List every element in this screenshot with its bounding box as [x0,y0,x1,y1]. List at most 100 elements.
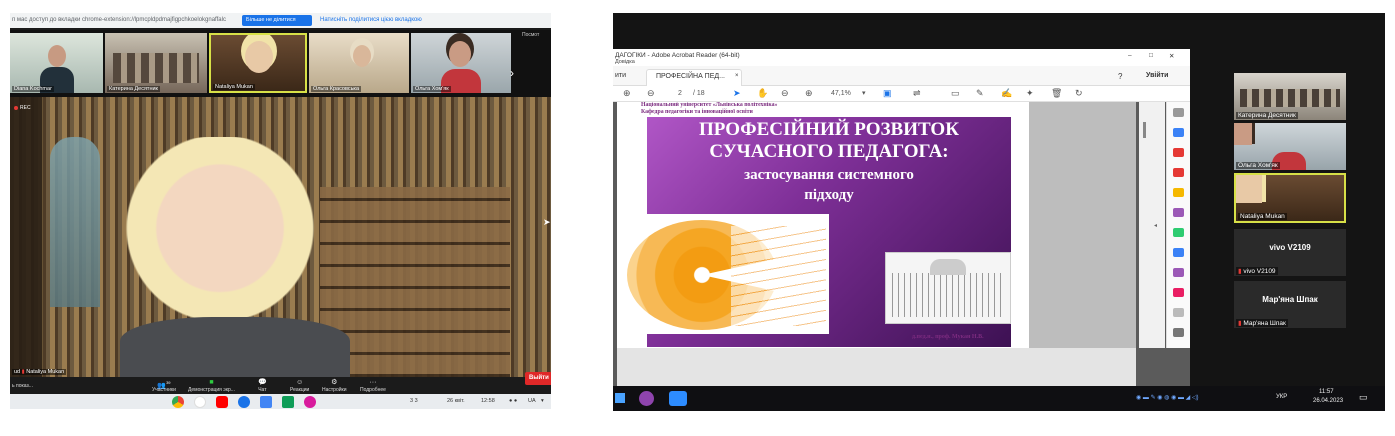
trash-icon[interactable]: 🗑 [1051,88,1062,99]
document-tab-label: ПРОФЕСІЙНА ПЕД... [656,73,725,80]
slide-author: д.пед.н., проф. Мукан Н.В. [912,334,984,340]
page-number-input[interactable]: 2 [678,88,682,99]
document-tab[interactable]: ПРОФЕСІЙНА ПЕД... × [646,69,742,86]
youtube-icon[interactable] [216,396,228,408]
participant-tile[interactable]: Катерина Десятник [105,33,207,93]
panel-expand-icon[interactable] [1173,328,1184,337]
app-icon[interactable] [304,396,316,408]
next-page-icon[interactable]: ⊖ [647,88,655,99]
hand-tool-icon[interactable]: ✋ [757,88,768,99]
share-this-tab-link[interactable]: Натисніть поділитися цією вкладкою [320,17,422,23]
screen-share-button[interactable]: ■ Демонстрация экр... [188,379,235,393]
keyboard-layout-badge[interactable]: 3 3 [410,398,418,404]
edit-pdf-icon[interactable] [1173,168,1184,177]
participant-tile-active[interactable]: Nataliya Mukan [209,33,307,93]
maximize-icon[interactable]: □ [1149,52,1153,59]
participant-tile[interactable]: Diana Kochmar [10,33,103,93]
more-button[interactable]: ··· Подробнее [360,379,386,393]
zoom-out-icon[interactable]: ⊖ [781,88,789,99]
shelf-date[interactable]: 26 квіт. [447,398,465,404]
chromeos-shelf: 3 3 26 квіт. 12:58 ● ● UA ▾ [10,394,551,409]
participant-tile[interactable]: Ольга Хом'як [411,33,511,93]
view-label[interactable]: Посмот [522,32,539,38]
participant-name: ▮ vivo V2109 [1236,267,1278,275]
clock-date[interactable]: 26.04.2023 [1313,398,1343,404]
next-page-chevron-icon[interactable]: › [510,66,514,80]
shelf-time[interactable]: 12:58 [481,398,495,404]
minimize-icon[interactable]: – [1128,52,1132,59]
sheets-icon[interactable] [282,396,294,408]
participant-display-name: Мар'яна Шпак [1262,295,1318,304]
export-pdf-icon[interactable] [1173,128,1184,137]
collapse-panel-icon[interactable]: ◂ [1154,222,1157,229]
chrome-icon[interactable] [172,396,184,408]
scroll-thumb[interactable] [1143,122,1146,138]
draw-icon[interactable]: ✍ [1001,88,1012,99]
highlight-pen-icon[interactable]: ✎ [976,88,984,99]
scroll-mode-icon[interactable]: ⇌ [913,88,921,99]
search-icon[interactable] [1173,108,1184,117]
combine-files-icon[interactable] [1173,208,1184,217]
participant-tile[interactable]: Ольга Хом'як [1234,123,1346,170]
protect-icon[interactable] [1173,288,1184,297]
tab-close-icon[interactable]: × [735,73,739,79]
tray-icons[interactable]: ◉ ▬ ✎ ◉ ◍ ◉ ▬ ◢ ◁) [1136,394,1199,401]
document-area: Національний університет «Львівська полі… [613,102,1190,401]
fit-page-icon[interactable]: ▣ [883,88,892,99]
help-menu[interactable]: Довідка [615,59,635,65]
more-tools-icon[interactable] [1173,308,1184,317]
docs-icon[interactable] [260,396,272,408]
browser-icon[interactable] [639,391,654,406]
participant-face [353,45,371,67]
stop-sharing-button[interactable]: Більше не ділитися [242,15,312,26]
acrobat-tabbar: ити ПРОФЕСІЙНА ПЕД... × ? Увійти [613,66,1190,86]
zoom-level-select[interactable]: 47,1% [831,88,851,99]
fill-sign-icon[interactable] [1173,268,1184,277]
select-cursor-icon[interactable]: ➤ [733,88,741,99]
vertical-scrollbar[interactable]: ◂ [1139,102,1165,348]
participant-name: Diana Kochmar [12,86,54,92]
gear-icon: ⚙ [331,379,338,386]
home-tab[interactable]: ити [615,72,626,79]
chat-button[interactable]: 💬 Чат [258,379,267,393]
participant-name-tile[interactable]: vivo V2109 ▮ vivo V2109 [1234,229,1346,276]
leave-button[interactable]: Выйти [525,372,551,385]
gmail-icon[interactable] [194,396,206,408]
sign-in-button[interactable]: Увійти [1146,72,1168,79]
screen-share-icon: ■ [209,379,214,386]
stamp-icon[interactable]: ✦ [1026,88,1034,99]
building-facade [892,273,1004,317]
main-video: ➤ [10,97,551,377]
prev-page-icon[interactable]: ⊕ [623,88,631,99]
participant-tile[interactable]: Катерина Десятник [1234,73,1346,120]
shelf-locale[interactable]: UA [528,398,536,404]
create-pdf-icon[interactable] [1173,148,1184,157]
language-indicator[interactable]: УКР [1276,394,1287,400]
zoom-app-icon[interactable] [669,391,687,406]
compress-icon[interactable] [1173,248,1184,257]
participant-name-tile[interactable]: Мар'яна Шпак ▮ Мар'яна Шпак [1234,281,1346,328]
clock-time[interactable]: 11:57 [1319,389,1334,395]
start-icon[interactable] [615,393,625,403]
comment-icon[interactable]: ▭ [951,88,960,99]
wifi-icon[interactable]: ▾ [541,398,544,404]
zoom-dropdown-icon[interactable]: ▾ [862,88,866,99]
organize-pages-icon[interactable] [1173,228,1184,237]
reactions-button[interactable]: ☺ Реакции [290,379,309,393]
participant-tile[interactable]: Ольга Красовська [309,33,409,93]
participants-button[interactable]: 👥39 Участники [152,379,176,393]
participant-tile-active[interactable]: Nataliya Mukan [1234,173,1346,223]
participant-gallery: Diana Kochmar Катерина Десятник Nataliya… [10,30,551,97]
rotate-icon[interactable]: ↻ [1075,88,1083,99]
stop-share-label[interactable]: ь показ... [12,383,33,389]
files-icon[interactable] [238,396,250,408]
comment-tool-icon[interactable] [1173,188,1184,197]
settings-button[interactable]: ⚙ Настройки [322,379,347,393]
slide-header-university: Національний університет «Львівська полі… [641,102,778,108]
help-circle-icon[interactable]: ? [1118,72,1122,81]
notification-icon[interactable]: ● ● [509,398,517,404]
zoom-in-icon[interactable]: ⊕ [805,88,813,99]
slide-title-line1: ПРОФЕСІЙНИЙ РОЗВИТОК [699,119,959,140]
main-speaker-prefix: ud [14,369,21,375]
notifications-icon[interactable]: ▭ [1359,392,1368,403]
